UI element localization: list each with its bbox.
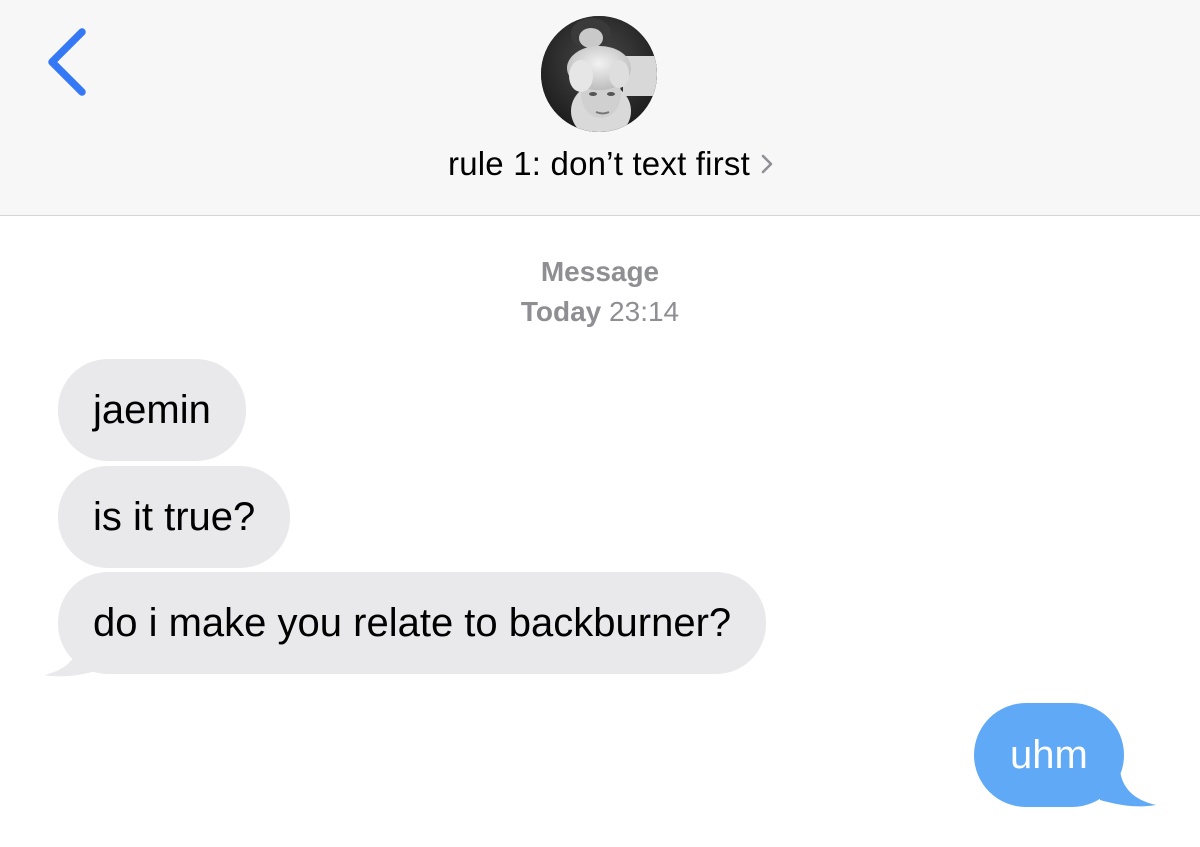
avatar-photo — [541, 16, 657, 132]
messages-screen: rule 1: don’t text first Message Today 2… — [0, 0, 1200, 847]
day-label: Today — [520, 296, 602, 327]
message-bubble-outgoing[interactable]: uhm — [974, 703, 1124, 807]
message-text: is it true? — [93, 495, 256, 539]
time-label: 23:14 — [609, 296, 680, 327]
message-bubble-incoming[interactable]: is it true? — [58, 466, 291, 568]
contact-name: rule 1: don’t text first — [448, 145, 750, 182]
chevron-left-icon — [48, 28, 86, 96]
message-text: jaemin — [93, 388, 211, 432]
service-label: Message — [540, 256, 660, 287]
conversation-header: rule 1: don’t text first — [0, 0, 1200, 216]
message-bubble-incoming[interactable]: jaemin — [58, 359, 246, 461]
contact-avatar[interactable] — [541, 16, 657, 132]
chevron-right-icon — [761, 154, 773, 174]
date-time-label: Today 23:14 — [0, 292, 1200, 332]
conversation-timestamp: Message Today 23:14 — [0, 252, 1200, 332]
message-text: uhm — [1010, 733, 1088, 777]
back-button[interactable] — [36, 22, 96, 102]
contact-details-button[interactable]: rule 1: don’t text first — [0, 140, 1200, 188]
message-bubble-incoming[interactable]: do i make you relate to backburner? — [58, 572, 767, 674]
message-text: do i make you relate to backburner? — [93, 601, 732, 645]
